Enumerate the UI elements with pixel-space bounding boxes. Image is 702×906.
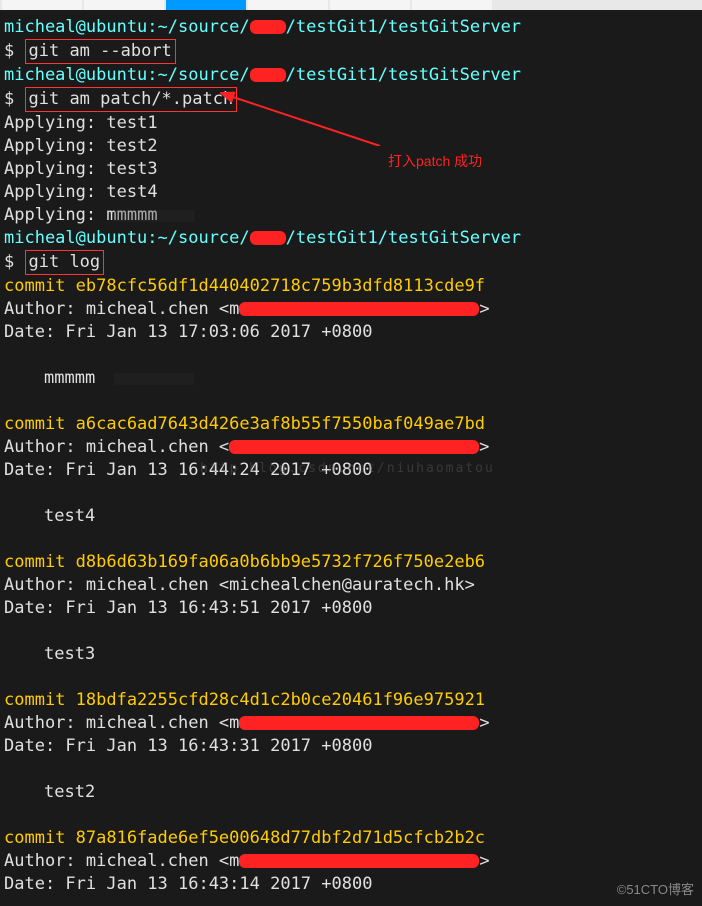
redacted-email [239, 854, 479, 868]
commit-author: Author: micheal.chen <m> [4, 712, 698, 735]
output-line: Applying: test3 [4, 158, 698, 181]
commit-date: Date: Fri Jan 13 16:43:14 2017 +0800 [4, 873, 698, 896]
redacted-path [250, 20, 286, 34]
commit-hash: commit 18bdfa2255cfd28c4d1c2b0ce20461f96… [4, 689, 698, 712]
output-line: Applying: mmmmm [4, 204, 698, 227]
commit-author: Author: micheal.chen <> [4, 436, 698, 459]
command-line: $ git log [4, 250, 698, 275]
redacted-path [250, 231, 286, 245]
redacted-email [239, 302, 479, 316]
highlighted-command: git am patch/*.patch [25, 87, 238, 112]
tab[interactable] [330, 0, 410, 10]
highlighted-command: git am --abort [25, 39, 176, 64]
command-line: $ git am --abort [4, 39, 698, 64]
commit-date: Date: Fri Jan 13 16:43:31 2017 +0800 [4, 735, 698, 758]
prompt-line: micheal@ubuntu:~/source//testGit1/testGi… [4, 16, 698, 39]
tab-bar [0, 0, 702, 10]
commit-msg: test4 [4, 505, 698, 528]
terminal-output[interactable]: micheal@ubuntu:~/source//testGit1/testGi… [0, 10, 702, 902]
output-line: Applying: test1 [4, 112, 698, 135]
watermark-51cto: ©51CTO博客 [617, 878, 694, 901]
commit-author: Author: micheal.chen <m> [4, 850, 698, 873]
redacted-path [250, 68, 286, 82]
commit-author: Author: micheal.chen <m> [4, 298, 698, 321]
commit-author: Author: micheal.chen <michealchen@aurate… [4, 574, 698, 597]
commit-hash: commit 87a816fade6ef5e00648d77dbf2d71d5c… [4, 827, 698, 850]
output-line: Applying: test4 [4, 181, 698, 204]
commit-date: Date: Fri Jan 13 16:43:51 2017 +0800 [4, 597, 698, 620]
commit-msg: mmmmm [4, 367, 698, 390]
commit-msg: test3 [4, 643, 698, 666]
command-line: $ git am patch/*.patch [4, 87, 698, 112]
prompt-line: micheal@ubuntu:~/source//testGit1/testGi… [4, 227, 698, 250]
commit-date: Date: Fri Jan 13 17:03:06 2017 +0800 [4, 321, 698, 344]
highlighted-command: git log [25, 250, 105, 275]
commit-msg: test2 [4, 781, 698, 804]
output-line: Applying: test2 [4, 135, 698, 158]
watermark-csdn: http blog.csdn.net/niuhaomatou [200, 457, 495, 480]
tab[interactable] [412, 0, 492, 10]
commit-hash: commit a6cac6ad7643d426e3af8b55f7550baf0… [4, 413, 698, 436]
prompt-line: micheal@ubuntu:~/source//testGit1/testGi… [4, 64, 698, 87]
redacted-email [239, 716, 479, 730]
commit-hash: commit eb78cfc56df1d440402718c759b3dfd81… [4, 275, 698, 298]
redacted-email [229, 440, 479, 454]
tab-active[interactable] [166, 0, 246, 10]
commit-hash: commit d8b6d63b169fa06a0b6bb9e5732f726f7… [4, 551, 698, 574]
tab[interactable] [248, 0, 328, 10]
tab[interactable] [2, 0, 82, 10]
tab[interactable] [84, 0, 164, 10]
annotation-label: 打入patch 成功 [388, 150, 482, 173]
